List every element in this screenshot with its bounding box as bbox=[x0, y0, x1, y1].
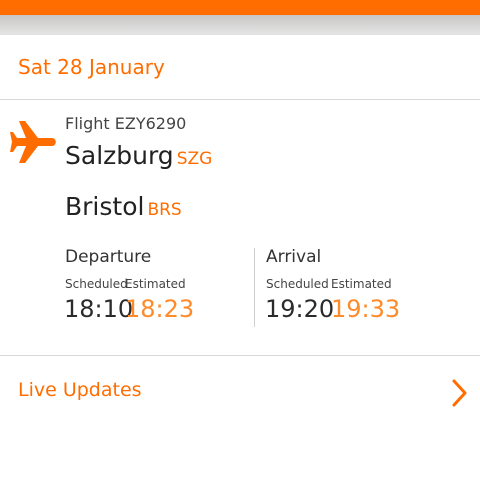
live-updates-row[interactable]: Live Updates bbox=[0, 357, 480, 428]
origin-row: Salzburg SZG bbox=[65, 141, 212, 170]
departure-estimated-label: Estimated bbox=[125, 277, 186, 291]
arrival-estimated-time: 19:33 bbox=[331, 295, 401, 323]
column-divider bbox=[254, 248, 255, 327]
departure-estimated-time: 18:23 bbox=[125, 295, 195, 323]
destination-row: Bristol BRS bbox=[65, 192, 182, 221]
destination-city: Bristol bbox=[65, 192, 145, 221]
departure-scheduled-label: Scheduled bbox=[65, 277, 128, 291]
airplane-icon bbox=[10, 121, 56, 163]
arrival-estimated-label: Estimated bbox=[331, 277, 392, 291]
arrival-scheduled-label: Scheduled bbox=[266, 277, 329, 291]
divider bbox=[0, 99, 480, 100]
destination-code: BRS bbox=[147, 200, 182, 220]
top-accent-bar bbox=[0, 0, 480, 15]
date-header: Sat 28 January bbox=[18, 55, 165, 79]
origin-code: SZG bbox=[176, 149, 213, 169]
arrival-scheduled-time: 19:20 bbox=[265, 295, 335, 323]
divider bbox=[0, 355, 480, 356]
top-shade bbox=[0, 15, 480, 35]
bottom-area bbox=[0, 428, 480, 480]
departure-title: Departure bbox=[65, 247, 152, 267]
flight-number: Flight EZY6290 bbox=[65, 114, 187, 133]
arrival-title: Arrival bbox=[266, 247, 322, 267]
flight-card: Sat 28 January Flight EZY6290 Salzburg SZ… bbox=[0, 35, 480, 428]
origin-city: Salzburg bbox=[65, 141, 174, 170]
live-updates-label: Live Updates bbox=[18, 379, 142, 401]
chevron-right-icon bbox=[452, 379, 467, 407]
departure-scheduled-time: 18:10 bbox=[64, 295, 134, 323]
